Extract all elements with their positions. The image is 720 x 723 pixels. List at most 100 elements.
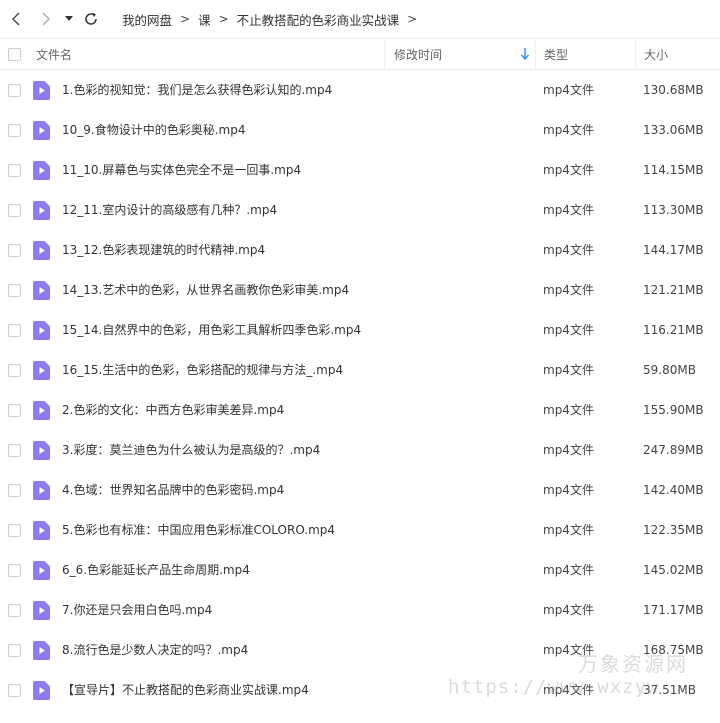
- row-checkbox[interactable]: [8, 124, 21, 137]
- select-all-checkbox[interactable]: [8, 48, 21, 61]
- file-type: mp4文件: [543, 523, 594, 537]
- file-name[interactable]: 3.彩度：莫兰迪色为什么被认为是高级的？.mp4: [62, 430, 320, 470]
- video-file-icon: [33, 441, 50, 460]
- column-header-name[interactable]: 文件名: [36, 39, 384, 69]
- row-checkbox[interactable]: [8, 204, 21, 217]
- row-checkbox[interactable]: [8, 484, 21, 497]
- file-type: mp4文件: [543, 683, 594, 697]
- file-row[interactable]: 5.色彩也有标准：中国应用色彩标准COLORO.mp4 mp4文件 122.35MB: [0, 510, 720, 550]
- file-row[interactable]: 15_14.自然界中的色彩，用色彩工具解析四季色彩.mp4 mp4文件 116.21…: [0, 310, 720, 350]
- file-type: mp4文件: [543, 243, 594, 257]
- file-row[interactable]: 7.你还是只会用白色吗.mp4 mp4文件 171.17MB: [0, 590, 720, 630]
- file-row[interactable]: 10_9.食物设计中的色彩奥秘.mp4 mp4文件 133.06MB: [0, 110, 720, 150]
- file-size: 130.68MB: [643, 83, 704, 97]
- video-file-icon: [33, 281, 50, 300]
- file-name[interactable]: 14_13.艺术中的色彩，从世界名画教你色彩审美.mp4: [62, 270, 349, 310]
- file-type: mp4文件: [543, 483, 594, 497]
- row-checkbox[interactable]: [8, 444, 21, 457]
- file-name[interactable]: 4.色域：世界知名品牌中的色彩密码.mp4: [62, 470, 284, 510]
- breadcrumb-item-course[interactable]: 课: [198, 10, 211, 29]
- row-checkbox[interactable]: [8, 564, 21, 577]
- file-row[interactable]: 12_11.室内设计的高级感有几种？.mp4 mp4文件 113.30MB: [0, 190, 720, 230]
- breadcrumb-separator: >: [180, 12, 191, 26]
- file-row[interactable]: 14_13.艺术中的色彩，从世界名画教你色彩审美.mp4 mp4文件 121.21M…: [0, 270, 720, 310]
- back-button[interactable]: [6, 8, 28, 30]
- file-row[interactable]: 3.彩度：莫兰迪色为什么被认为是高级的？.mp4 mp4文件 247.89MB: [0, 430, 720, 470]
- file-row[interactable]: 【宣导片】不止教搭配的色彩商业实战课.mp4 mp4文件 37.51MB: [0, 670, 720, 710]
- video-file-icon: [33, 321, 50, 340]
- file-type: mp4文件: [543, 83, 594, 97]
- row-checkbox[interactable]: [8, 644, 21, 657]
- file-list-header: 文件名 修改时间 类型 大小: [0, 38, 720, 70]
- file-type: mp4文件: [543, 163, 594, 177]
- column-header-modified-label: 修改时间: [394, 47, 443, 62]
- breadcrumb-item-root[interactable]: 我的网盘: [122, 10, 172, 29]
- file-name[interactable]: 10_9.食物设计中的色彩奥秘.mp4: [62, 110, 245, 150]
- row-checkbox[interactable]: [8, 404, 21, 417]
- video-file-icon: [33, 641, 50, 660]
- file-name[interactable]: 12_11.室内设计的高级感有几种？.mp4: [62, 190, 277, 230]
- file-row[interactable]: 13_12.色彩表现建筑的时代精神.mp4 mp4文件 144.17MB: [0, 230, 720, 270]
- breadcrumb-item-current[interactable]: 不止教搭配的色彩商业实战课: [237, 10, 400, 29]
- video-file-icon: [33, 401, 50, 420]
- file-name[interactable]: 1.色彩的视知觉：我们是怎么获得色彩认知的.mp4: [62, 70, 332, 110]
- file-type: mp4文件: [543, 563, 594, 577]
- file-name[interactable]: 13_12.色彩表现建筑的时代精神.mp4: [62, 230, 265, 270]
- caret-down-icon: [65, 16, 73, 21]
- file-row[interactable]: 4.色域：世界知名品牌中的色彩密码.mp4 mp4文件 142.40MB: [0, 470, 720, 510]
- row-checkbox[interactable]: [8, 364, 21, 377]
- file-type: mp4文件: [543, 363, 594, 377]
- file-size: 37.51MB: [643, 683, 696, 697]
- video-file-icon: [33, 121, 50, 140]
- file-size: 116.21MB: [643, 323, 704, 337]
- row-checkbox[interactable]: [8, 244, 21, 257]
- file-size: 145.02MB: [643, 563, 704, 577]
- column-header-size[interactable]: 大小: [635, 39, 720, 69]
- video-file-icon: [33, 361, 50, 380]
- video-file-icon: [33, 161, 50, 180]
- file-size: 144.17MB: [643, 243, 704, 257]
- file-size: 113.30MB: [643, 203, 704, 217]
- refresh-button[interactable]: [80, 8, 102, 30]
- row-checkbox[interactable]: [8, 164, 21, 177]
- file-name[interactable]: 15_14.自然界中的色彩，用色彩工具解析四季色彩.mp4: [62, 310, 361, 350]
- file-size: 114.15MB: [643, 163, 704, 177]
- file-row[interactable]: 16_15.生活中的色彩，色彩搭配的规律与方法_.mp4 mp4文件 59.80MB: [0, 350, 720, 390]
- file-name[interactable]: 6_6.色彩能延长产品生命周期.mp4: [62, 550, 250, 590]
- file-name[interactable]: 11_10.屏幕色与实体色完全不是一回事.mp4: [62, 150, 301, 190]
- column-header-modified[interactable]: 修改时间: [384, 39, 535, 69]
- row-checkbox[interactable]: [8, 524, 21, 537]
- file-type: mp4文件: [543, 123, 594, 137]
- row-checkbox[interactable]: [8, 324, 21, 337]
- file-name[interactable]: 8.流行色是少数人决定的吗？.mp4: [62, 630, 248, 670]
- file-name[interactable]: 【宣导片】不止教搭配的色彩商业实战课.mp4: [62, 670, 309, 710]
- video-file-icon: [33, 521, 50, 540]
- file-list: 1.色彩的视知觉：我们是怎么获得色彩认知的.mp4 mp4文件 130.68MB 10…: [0, 70, 720, 710]
- file-type: mp4文件: [543, 283, 594, 297]
- row-checkbox[interactable]: [8, 84, 21, 97]
- row-checkbox[interactable]: [8, 684, 21, 697]
- file-type: mp4文件: [543, 643, 594, 657]
- file-size: 247.89MB: [643, 443, 704, 457]
- file-row[interactable]: 11_10.屏幕色与实体色完全不是一回事.mp4 mp4文件 114.15MB: [0, 150, 720, 190]
- history-dropdown-button[interactable]: [61, 8, 77, 30]
- row-checkbox[interactable]: [8, 604, 21, 617]
- file-row[interactable]: 1.色彩的视知觉：我们是怎么获得色彩认知的.mp4 mp4文件 130.68MB: [0, 70, 720, 110]
- column-header-type[interactable]: 类型: [535, 39, 635, 69]
- file-row[interactable]: 6_6.色彩能延长产品生命周期.mp4 mp4文件 145.02MB: [0, 550, 720, 590]
- file-name[interactable]: 16_15.生活中的色彩，色彩搭配的规律与方法_.mp4: [62, 350, 343, 390]
- chevron-left-icon: [12, 12, 20, 26]
- video-file-icon: [33, 561, 50, 580]
- file-row[interactable]: 8.流行色是少数人决定的吗？.mp4 mp4文件 168.75MB: [0, 630, 720, 670]
- file-name[interactable]: 5.色彩也有标准：中国应用色彩标准COLORO.mp4: [62, 510, 335, 550]
- video-file-icon: [33, 81, 50, 100]
- video-file-icon: [33, 241, 50, 260]
- row-checkbox[interactable]: [8, 284, 21, 297]
- file-row[interactable]: 2.色彩的文化：中西方色彩审美差异.mp4 mp4文件 155.90MB: [0, 390, 720, 430]
- file-name[interactable]: 2.色彩的文化：中西方色彩审美差异.mp4: [62, 390, 284, 430]
- forward-button[interactable]: [34, 8, 56, 30]
- file-type: mp4文件: [543, 443, 594, 457]
- file-name[interactable]: 7.你还是只会用白色吗.mp4: [62, 590, 212, 630]
- chevron-right-icon: [42, 12, 50, 26]
- file-type: mp4文件: [543, 403, 594, 417]
